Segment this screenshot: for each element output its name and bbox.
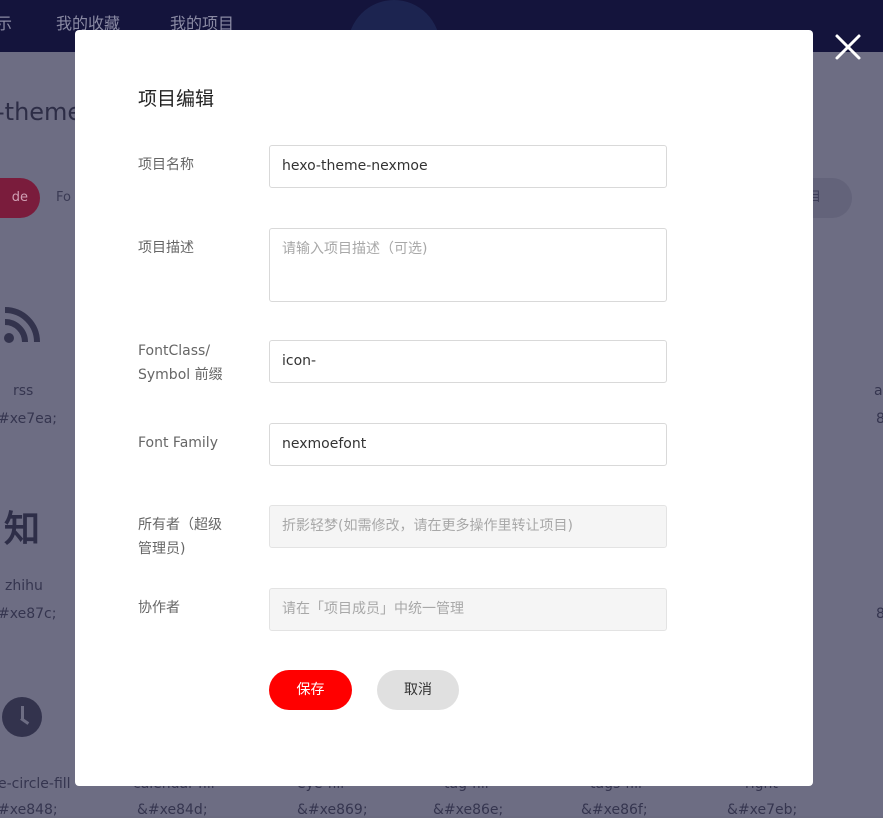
zhihu-icon: 知: [4, 509, 41, 550]
owner-label: 所有者（超级 管理员): [138, 513, 248, 561]
bg-icon-name: zhihu: [5, 578, 43, 594]
bg-tab-pill-label[interactable]: Fo: [56, 190, 71, 205]
bg-tab-pill-active[interactable]: de: [0, 178, 40, 218]
bg-icon-code: 8: [876, 606, 883, 622]
bg-icon-code: #xe7ea;: [0, 411, 58, 427]
project-description-label: 项目描述: [138, 240, 194, 256]
owner-label-line2: 管理员): [138, 541, 186, 557]
nav-item-partial[interactable]: 示: [0, 10, 12, 34]
project-edit-dialog: 项目编辑 项目名称 hexo-theme-nexmoe 项目描述 请输入项目描述…: [75, 30, 813, 786]
fontclass-prefix-label-line2: Symbol 前缀: [138, 367, 223, 383]
description-placeholder: 请输入项目描述（可选): [282, 241, 428, 257]
fontclass-prefix-label-line1: FontClass/: [138, 343, 211, 359]
bg-icon-name: a: [874, 383, 883, 399]
project-description-textarea[interactable]: 请输入项目描述（可选): [269, 228, 667, 302]
save-button[interactable]: 保存: [269, 670, 352, 710]
rss-icon: [4, 307, 40, 343]
owner-placeholder: 折影轻梦(如需修改，请在更多操作里转让项目): [282, 518, 573, 534]
project-name-label: 项目名称: [138, 157, 194, 173]
collaborators-label: 协作者: [138, 600, 180, 616]
close-icon[interactable]: [834, 33, 862, 61]
dialog-title: 项目编辑: [138, 88, 215, 110]
collaborators-input: 请在「项目成员」中统一管理: [269, 588, 667, 631]
cancel-button[interactable]: 取消: [377, 670, 459, 710]
bg-icon-code: 8: [876, 411, 883, 427]
bg-icon-name: rss: [13, 383, 34, 399]
bg-icon-code: #xe87c;: [0, 606, 57, 622]
fontclass-prefix-label: FontClass/ Symbol 前缀: [138, 339, 248, 387]
clock-icon: [2, 697, 42, 737]
font-family-label: Font Family: [138, 435, 218, 451]
project-name-input[interactable]: hexo-theme-nexmoe: [269, 145, 667, 188]
owner-input: 折影轻梦(如需修改，请在更多操作里转让项目): [269, 505, 667, 548]
font-family-input[interactable]: nexmoefont: [269, 423, 667, 466]
owner-label-line1: 所有者（超级: [138, 517, 222, 533]
bg-icon-name: e-circle-fill: [0, 776, 71, 792]
collaborators-placeholder: 请在「项目成员」中统一管理: [282, 601, 464, 617]
fontclass-prefix-input[interactable]: icon-: [269, 340, 667, 383]
